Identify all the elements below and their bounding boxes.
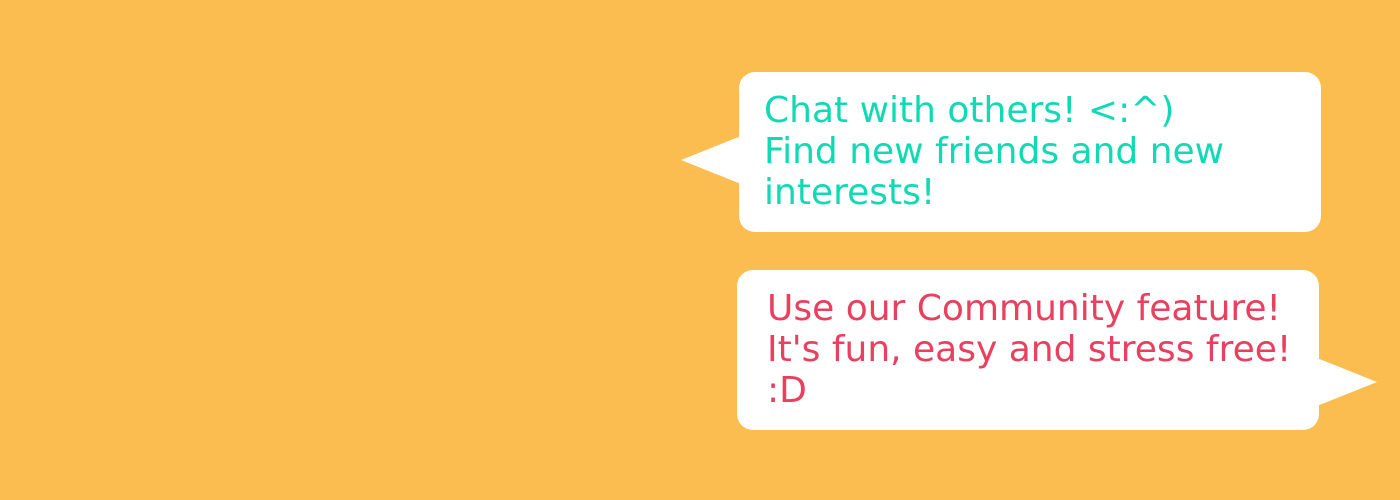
- bubble-1-line-1: Chat with others! <:^): [764, 90, 1175, 131]
- bubble-2-line-2: It's fun, easy and stress free!: [767, 329, 1292, 370]
- speech-bubble-tail-right: [1317, 358, 1377, 406]
- bubble-2-line-3: :D: [767, 370, 807, 411]
- bubble-1-line-2: Find new friends and new: [764, 131, 1225, 172]
- promo-banner: Chat with others! <:^) Find new friends …: [0, 0, 1400, 500]
- speech-bubble-tail-left: [681, 136, 741, 184]
- speech-bubble-chat: Chat with others! <:^) Find new friends …: [681, 72, 1321, 232]
- bubble-2-line-1: Use our Community feature!: [767, 288, 1281, 329]
- bubble-1-line-3: interests!: [764, 172, 936, 213]
- speech-bubble-community: Use our Community feature! It's fun, eas…: [737, 270, 1377, 430]
